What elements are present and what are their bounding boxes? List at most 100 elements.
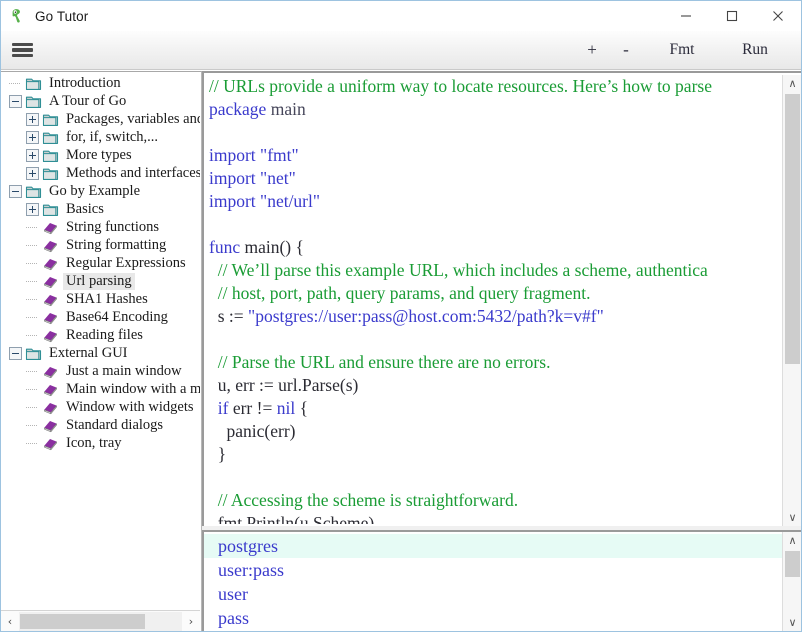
tree-item[interactable]: Icon, tray xyxy=(1,434,200,452)
folder-icon xyxy=(42,130,59,145)
editor-scroll-down-icon[interactable]: ∨ xyxy=(783,509,801,526)
tree-item[interactable]: Methods and interfaces xyxy=(1,164,200,182)
code-token: { xyxy=(295,398,308,418)
output-line[interactable]: pass xyxy=(204,606,782,630)
output-line[interactable]: postgres xyxy=(204,534,782,558)
tree-item-label: Standard dialogs xyxy=(66,416,164,433)
code-line: // host, port, path, query params, and q… xyxy=(206,282,782,305)
tree-item[interactable]: External GUI xyxy=(1,344,200,362)
tree-hscroll-thumb[interactable] xyxy=(20,613,145,629)
collapse-icon[interactable] xyxy=(9,94,22,108)
tree-connector xyxy=(9,77,21,90)
output-list[interactable]: postgres user:pass user pass xyxy=(204,532,782,631)
tree-item[interactable]: A Tour of Go xyxy=(1,92,200,110)
scroll-left-arrow-icon[interactable]: ‹ xyxy=(1,612,19,631)
tree-item-label: Regular Expressions xyxy=(66,254,186,271)
code-token: u, err := url.Parse(s) xyxy=(209,375,359,395)
tree-item-label: Reading files xyxy=(66,326,143,343)
format-button[interactable]: Fmt xyxy=(655,31,709,69)
output-line[interactable]: user:pass xyxy=(204,558,782,582)
tree-item[interactable]: Introduction xyxy=(1,74,200,92)
maximize-button[interactable] xyxy=(709,1,755,31)
expand-icon[interactable] xyxy=(26,166,39,180)
tree-item[interactable]: Url parsing xyxy=(1,272,200,290)
expand-icon[interactable] xyxy=(26,202,39,216)
code-token: main() { xyxy=(244,237,304,257)
scroll-right-arrow-icon[interactable]: › xyxy=(182,612,200,631)
expand-icon[interactable] xyxy=(26,148,39,162)
code-token: // Parse the URL and ensure there are no… xyxy=(209,352,551,372)
close-button[interactable] xyxy=(755,1,801,31)
editor-vertical-scrollbar[interactable]: ∧ ∨ xyxy=(782,75,801,526)
lesson-book-icon xyxy=(42,400,59,415)
code-token: // We’ll parse this example URL, which i… xyxy=(209,260,708,280)
lesson-tree-panel: Introduction A Tour of Go Packages, variab… xyxy=(1,71,202,631)
lesson-tree: Introduction A Tour of Go Packages, variab… xyxy=(1,72,200,452)
collapse-icon[interactable] xyxy=(9,346,22,360)
code-line: fmt.Println(u.Scheme) xyxy=(206,512,782,524)
code-line: s := "postgres://user:pass@host.com:5432… xyxy=(206,305,782,328)
tree-item[interactable]: Main window with a m xyxy=(1,380,200,398)
code-token: func xyxy=(209,237,245,257)
tree-item[interactable]: for, if, switch,... xyxy=(1,128,200,146)
tree-item[interactable]: Standard dialogs xyxy=(1,416,200,434)
lesson-book-icon xyxy=(42,238,59,253)
code-token: main xyxy=(270,99,306,119)
expand-icon[interactable] xyxy=(26,130,39,144)
code-line: } xyxy=(206,443,782,466)
tree-item[interactable]: Just a main window xyxy=(1,362,200,380)
lesson-book-icon xyxy=(42,364,59,379)
lesson-book-icon xyxy=(42,256,59,271)
zoom-out-button[interactable]: - xyxy=(609,31,643,69)
tree-item[interactable]: More types xyxy=(1,146,200,164)
editor-scroll-thumb[interactable] xyxy=(785,94,800,364)
tree-item[interactable]: String functions xyxy=(1,218,200,236)
tree-item-label: Introduction xyxy=(49,74,121,91)
tree-hscroll-track[interactable] xyxy=(19,611,182,631)
maximize-icon xyxy=(726,10,738,22)
tree-item-label: A Tour of Go xyxy=(49,92,127,109)
tree-item[interactable]: Regular Expressions xyxy=(1,254,200,272)
toolbar: + - Fmt Run xyxy=(1,31,801,70)
folder-icon xyxy=(25,76,42,91)
tree-item[interactable]: Packages, variables and xyxy=(1,110,200,128)
tree-scroll-area[interactable]: Introduction A Tour of Go Packages, variab… xyxy=(1,72,200,610)
tree-connector xyxy=(26,437,38,450)
gopher-icon xyxy=(9,7,27,25)
code-token: "net/url" xyxy=(260,191,321,211)
code-token: s := xyxy=(209,306,249,326)
output-scroll-thumb[interactable] xyxy=(785,551,800,577)
tree-connector xyxy=(26,239,38,252)
code-line: // Accessing the scheme is straightforwa… xyxy=(206,489,782,512)
collapse-icon[interactable] xyxy=(9,184,22,198)
code-line: u, err := url.Parse(s) xyxy=(206,374,782,397)
editor-scroll-up-icon[interactable]: ∧ xyxy=(783,75,801,92)
output-line[interactable]: user xyxy=(204,582,782,606)
tree-item-label: for, if, switch,... xyxy=(66,128,159,145)
tree-item[interactable]: Basics xyxy=(1,200,200,218)
tree-item[interactable]: SHA1 Hashes xyxy=(1,290,200,308)
code-token: err != xyxy=(232,398,277,418)
lesson-book-icon xyxy=(42,220,59,235)
run-button[interactable]: Run xyxy=(727,31,783,69)
output-vertical-scrollbar[interactable]: ∧ ∨ xyxy=(782,532,801,631)
output-scroll-up-icon[interactable]: ∧ xyxy=(783,532,801,549)
code-token: if xyxy=(209,398,233,418)
output-scroll-down-icon[interactable]: ∨ xyxy=(783,614,801,631)
lesson-book-icon xyxy=(42,310,59,325)
zoom-in-button[interactable]: + xyxy=(575,31,609,69)
expand-icon[interactable] xyxy=(26,112,39,126)
tree-item[interactable]: Reading files xyxy=(1,326,200,344)
code-editor[interactable]: // URLs provide a uniform way to locate … xyxy=(204,73,782,524)
code-line: // URLs provide a uniform way to locate … xyxy=(206,75,782,98)
code-editor-panel: // URLs provide a uniform way to locate … xyxy=(202,71,801,526)
tree-item[interactable]: String formatting xyxy=(1,236,200,254)
tree-horizontal-scrollbar[interactable]: ‹ › xyxy=(1,610,200,631)
tree-item[interactable]: Window with widgets xyxy=(1,398,200,416)
minimize-button[interactable] xyxy=(663,1,709,31)
tree-item[interactable]: Base64 Encoding xyxy=(1,308,200,326)
tree-item[interactable]: Go by Example xyxy=(1,182,200,200)
menu-button[interactable] xyxy=(1,31,43,69)
